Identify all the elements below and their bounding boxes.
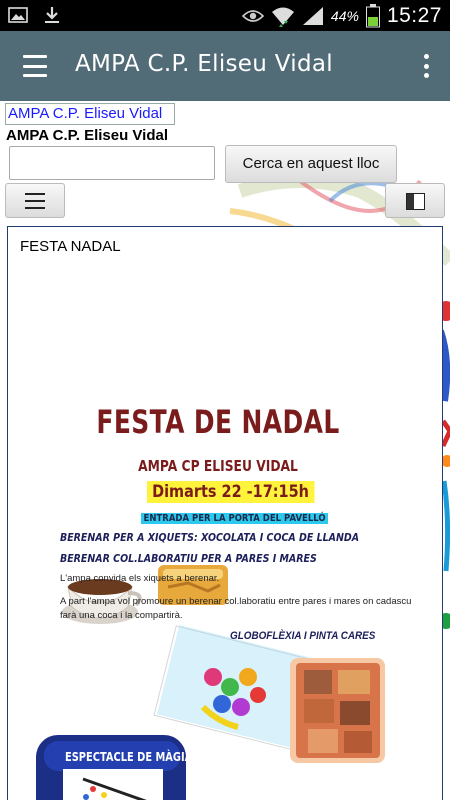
poster-artwork [36,565,385,800]
poster-organizer: AMPA CP ELISEU VIDAL [138,457,298,475]
search-button[interactable]: Cerca en aquest lloc [225,145,397,183]
poster-line-kids-snack: BERENAR PER A XIQUETS: XOCOLATA I COCA D… [60,532,360,544]
app-title: AMPA C.P. Eliseu Vidal [75,51,333,77]
download-icon [45,7,59,23]
poster-date: Dimarts 22 -17:15h [147,481,315,503]
sidebar-toggle-button[interactable] [385,183,445,218]
article-title: FESTA NADAL [20,238,121,255]
festival-poster: FESTA DE NADAL AMPA CP ELISEU VIDAL Dima… [8,257,442,800]
poster-entrance: ENTRADA PER LA PORTA DEL PAVELLÓ [141,513,329,524]
system-icons: 44% 15:27 [241,2,442,30]
more-vert-icon[interactable] [416,51,436,81]
article: FESTA NADAL FESTA DE NADAL AMPA CP ELISE… [7,226,443,800]
gallery-icon [8,7,28,23]
eye-icon [241,10,264,22]
poster-activity: GLOBOFLÈXIA I PINTA CARES [230,630,376,642]
signal-icon [302,7,323,25]
hamburger-icon [25,192,45,195]
site-name: AMPA C.P. Eliseu Vidal [6,127,168,144]
poster-magic-show: ESPECTACLE DE MÀGIA [65,750,193,764]
poster-headline: FESTA DE NADAL [96,403,340,441]
search-input[interactable] [9,146,215,180]
nav-menu-toggle[interactable] [5,183,65,218]
wifi-icon [271,7,294,27]
sidebar-toggle-icon [406,193,425,210]
hamburger-icon[interactable] [14,51,56,81]
poster-text-invite: L'ampa convida els xiquets a berenar. [60,573,220,584]
notification-icons [8,5,62,25]
battery-icon [365,4,380,28]
poster-text-collab: A part l'ampa vol promoure un berenar co… [60,596,412,607]
app-bar: AMPA C.P. Eliseu Vidal [0,31,450,101]
clock: 15:27 [386,4,442,27]
status-bar: 44% 15:27 [0,0,450,31]
poster-text-coca: farà una coca i la compartirà. [60,610,183,621]
poster-line-parents-snack: BERENAR COL.LABORATIU PER A PARES I MARE… [60,553,317,565]
site-link[interactable]: AMPA C.P. Eliseu Vidal [5,103,175,125]
web-content[interactable]: AMPA C.P. Eliseu Vidal AMPA C.P. Eliseu … [0,101,450,800]
battery-percent: 44% [330,8,359,24]
